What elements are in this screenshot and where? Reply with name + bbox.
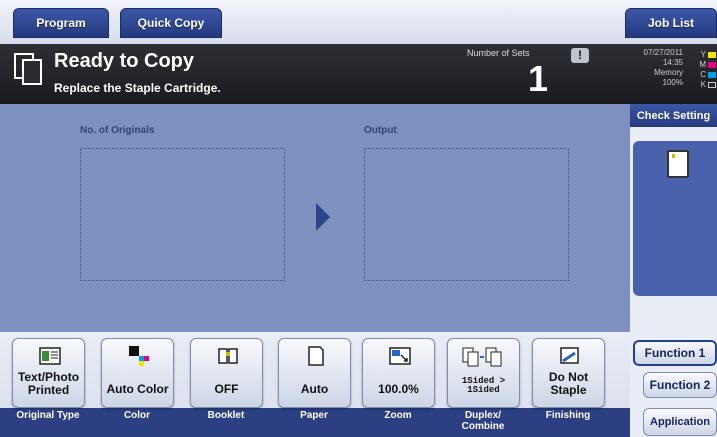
finishing-button[interactable]: Do Not Staple [532,338,605,408]
original-type-icon [39,347,61,365]
check-setting-button[interactable]: Check Setting [630,104,717,130]
function2-tab[interactable]: Function 2 [643,372,717,398]
color-label: Color [123,410,151,421]
zoom-button[interactable]: 100.0% [362,338,435,408]
duplex-value: 1Sided > 1Sided [461,376,506,395]
booklet-value: OFF [214,382,239,396]
toner-c: C [690,70,716,80]
date: 07/27/2011 [643,48,683,57]
color-icon [129,346,149,366]
time: 14:35 [662,58,683,67]
copy-preview-area: No. of Originals Output [0,104,630,332]
zoom-icon [389,347,411,365]
page-icon[interactable] [667,150,689,178]
finishing-label: Finishing [545,410,591,421]
toner-k: K [690,80,716,90]
zoom-label: Zoom [384,410,412,421]
output-preview [364,148,569,281]
quick-copy-tab[interactable]: Quick Copy [120,8,222,38]
paper-value: Auto [300,382,329,396]
status-title: Ready to Copy [54,50,195,72]
status-bar: Ready to Copy Replace the Staple Cartrid… [0,44,717,104]
original-type-label: Original Type [16,410,80,421]
application-tab[interactable]: Application [643,408,717,436]
toner-m: M [690,60,716,70]
color-value: Auto Color [106,382,169,396]
warning-icon[interactable]: ! [571,48,589,63]
paper-label: Paper [300,410,328,421]
booklet-label: Booklet [207,410,245,421]
booklet-button[interactable]: OFF [190,338,263,408]
function1-tab[interactable]: Function 1 [633,340,717,366]
finishing-icon [560,347,579,364]
number-of-sets-label: Number of Sets [467,48,530,58]
originals-label: No. of Originals [80,125,155,136]
date-time-memory: 07/27/2011 14:35 Memory 100% [631,48,683,88]
finishing-value: Do Not Staple [548,370,589,397]
status-message: Replace the Staple Cartridge. [54,81,221,95]
copy-status-icon [14,53,42,85]
paper-icon [308,346,324,366]
memory-label: Memory [654,68,683,77]
job-list-tab[interactable]: Job List [625,8,717,38]
duplex-combine-button[interactable]: 1Sided > 1Sided [447,338,520,408]
original-type-button[interactable]: Text/Photo Printed [12,338,85,408]
duplex-icon [462,347,502,367]
paper-button[interactable]: Auto [278,338,351,408]
duplex-combine-label: Duplex/ Combine [461,410,505,432]
zoom-value: 100.0% [378,382,419,396]
arrow-right-icon [316,203,330,231]
toner-levels: Y M C K [690,50,716,90]
toner-y: Y [690,50,716,60]
booklet-icon [218,348,238,364]
output-label: Output [364,125,397,136]
original-type-value: Text/Photo Printed [17,370,80,397]
color-button[interactable]: Auto Color [101,338,174,408]
number-of-sets-value[interactable]: 1 [500,58,548,100]
program-tab[interactable]: Program [13,8,109,38]
originals-preview [80,148,285,281]
memory-value: 100% [662,78,683,87]
